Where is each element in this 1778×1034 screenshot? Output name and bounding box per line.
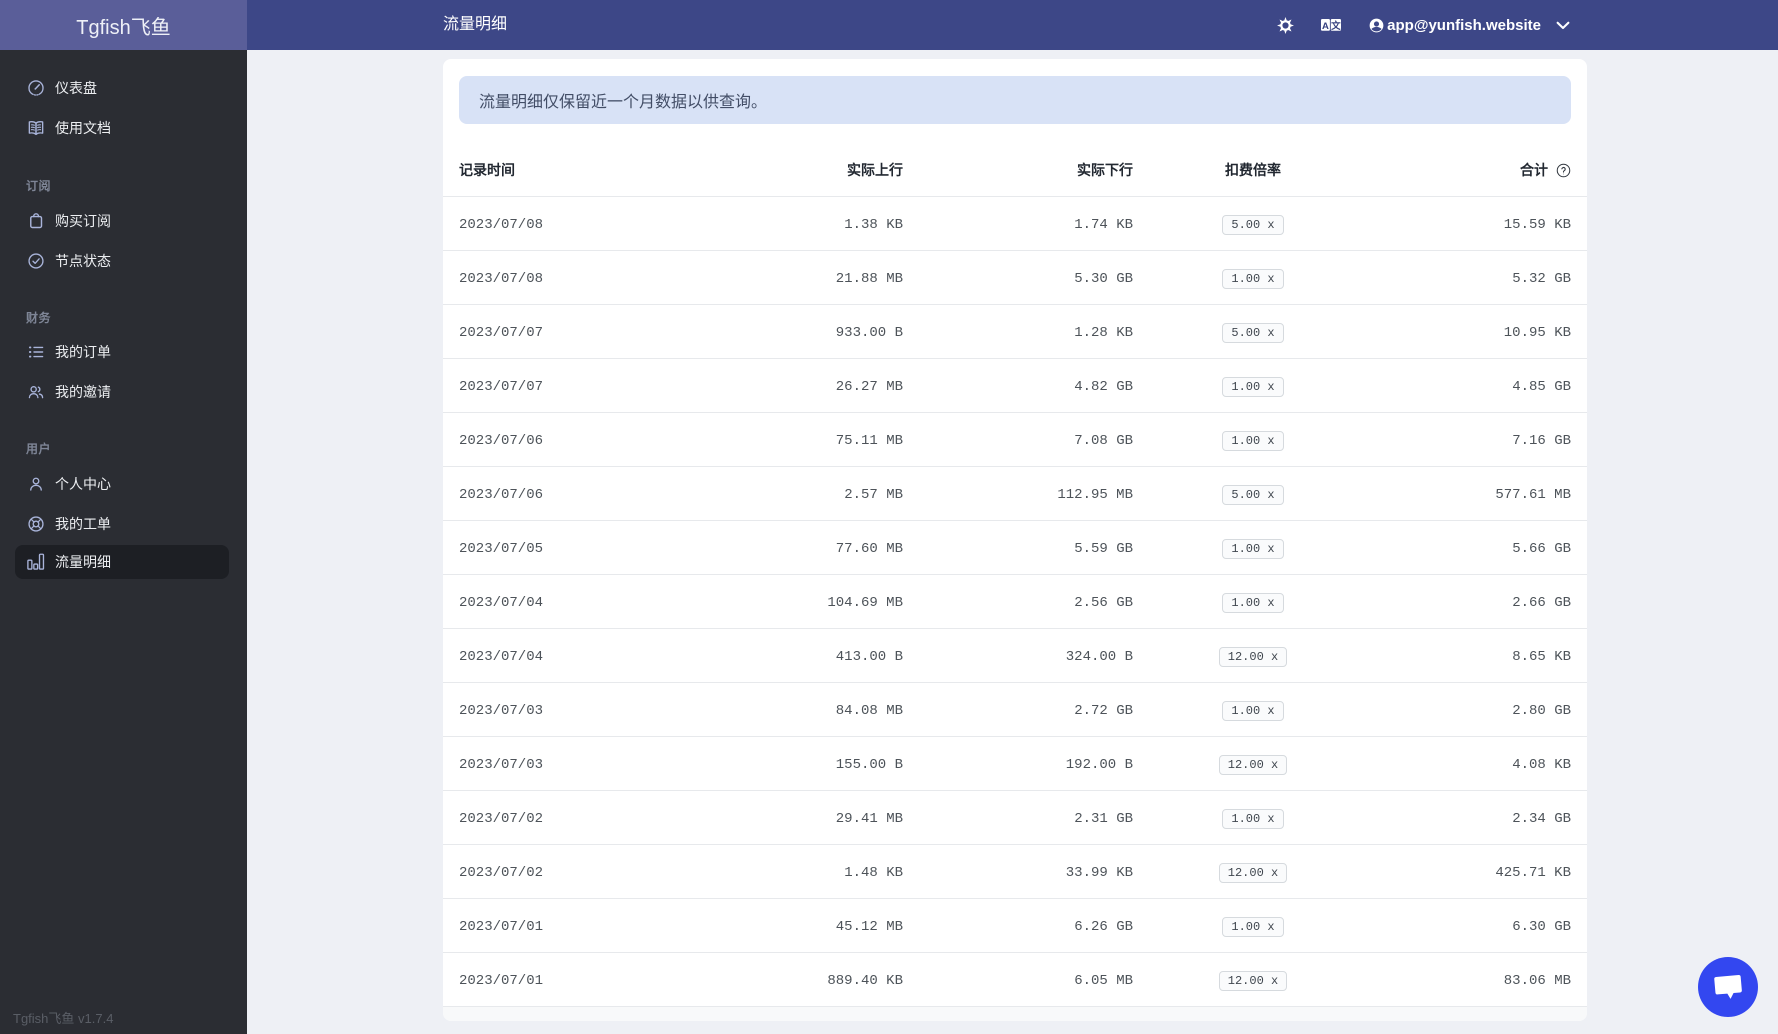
svg-text:A: A [1322,21,1329,32]
svg-text:文: 文 [1330,20,1341,32]
